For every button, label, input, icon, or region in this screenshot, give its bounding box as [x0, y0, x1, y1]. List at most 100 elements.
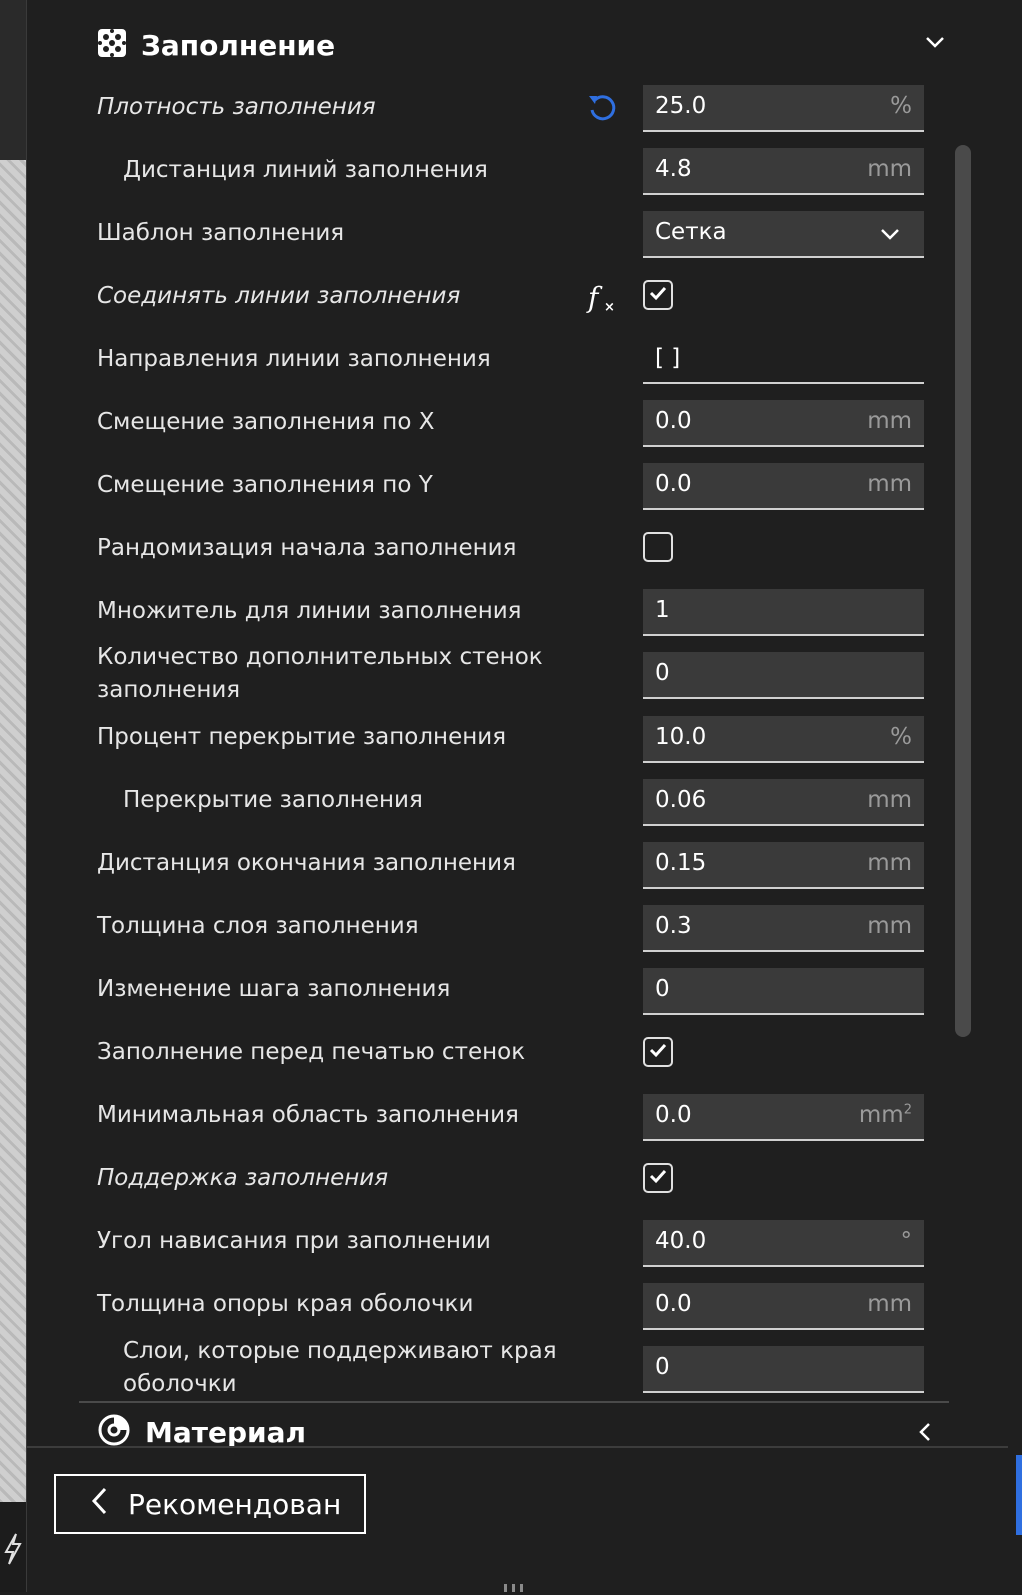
- unit-text: mm: [867, 471, 912, 498]
- setting-row: Слои, которые поддерживают края оболочки…: [97, 1338, 967, 1397]
- setting-label: Плотность заполнения: [97, 93, 376, 120]
- reset-icon[interactable]: [585, 91, 619, 125]
- setting-input[interactable]: 0.15 mm: [643, 841, 924, 889]
- setting-row: Поддержка заполнения: [97, 1153, 967, 1205]
- recommended-label: Рекомендован: [128, 1487, 342, 1521]
- setting-value: 4.8: [655, 156, 692, 183]
- setting-value: 0.15: [655, 849, 707, 876]
- setting-input[interactable]: 1: [643, 589, 924, 637]
- setting-row: Шаблон заполнения Сетка: [97, 207, 967, 259]
- unit-text: mm: [867, 849, 912, 876]
- section-header-infill[interactable]: Заполнение: [97, 24, 957, 66]
- chevron-down-icon[interactable]: [923, 30, 947, 58]
- setting-input[interactable]: 0.06 mm: [643, 778, 924, 826]
- setting-label: Дистанция линий заполнения: [123, 156, 488, 183]
- setting-label: Толщина опоры края оболочки: [97, 1291, 474, 1318]
- setting-input[interactable]: 4.8 mm: [643, 148, 924, 196]
- setting-row: Процент перекрытие заполнения 10.0%: [97, 712, 967, 764]
- setting-unit: mm: [867, 1291, 912, 1317]
- setting-input[interactable]: 0: [643, 1346, 924, 1393]
- setting-row: Множитель для линии заполнения 1: [97, 585, 967, 637]
- setting-label: Изменение шага заполнения: [97, 976, 451, 1003]
- setting-label: Рандомизация начала заполнения: [97, 534, 517, 561]
- setting-row: Смещение заполнения по X 0.0 mm: [97, 396, 967, 448]
- setting-input[interactable]: 0.0 mm: [643, 463, 924, 511]
- setting-row: Плотность заполнения 25.0%: [97, 81, 967, 133]
- setting-label: Толщина слоя заполнения: [97, 913, 419, 940]
- setting-row: Толщина слоя заполнения 0.3 mm: [97, 901, 967, 953]
- setting-input[interactable]: 0.0 mm: [643, 400, 924, 448]
- chevron-left-icon[interactable]: [915, 1420, 935, 1448]
- unit-text: mm: [867, 156, 912, 183]
- setting-label: Поддержка заполнения: [97, 1165, 389, 1192]
- chevron-down-icon: [880, 226, 900, 245]
- setting-label: Дистанция окончания заполнения: [97, 850, 516, 877]
- footer-separator: [27, 1446, 1008, 1448]
- setting-input[interactable]: 0: [643, 967, 924, 1015]
- setting-value: 1: [655, 597, 670, 624]
- setting-label: Минимальная область заполнения: [97, 1102, 519, 1129]
- recommended-button[interactable]: Рекомендован: [54, 1474, 366, 1534]
- setting-unit: mm: [867, 156, 912, 182]
- setting-label: Заполнение перед печатью стенок: [97, 1039, 526, 1066]
- setting-input[interactable]: 0.0 mm2: [643, 1093, 924, 1141]
- material-title: Материал: [145, 1415, 307, 1449]
- chevron-left-icon: [90, 1486, 110, 1523]
- unit-text: mm: [867, 408, 912, 435]
- setting-unit: %: [890, 93, 912, 119]
- checkmark-icon: [649, 1168, 667, 1188]
- setting-row: Заполнение перед печатью стенок: [97, 1027, 967, 1079]
- setting-value: 0.3: [655, 912, 692, 939]
- setting-value: [ ]: [655, 345, 681, 372]
- infill-icon: [97, 28, 127, 62]
- setting-label: Шаблон заполнения: [97, 219, 345, 246]
- setting-row: Дистанция линий заполнения 4.8 mm: [97, 144, 967, 196]
- setting-value: Сетка: [655, 219, 727, 246]
- setting-input[interactable]: 10.0%: [643, 715, 924, 763]
- unit-text: mm: [867, 786, 912, 813]
- setting-row: Рандомизация начала заполнения: [97, 522, 967, 574]
- setting-unit: mm: [867, 408, 912, 434]
- setting-checkbox[interactable]: [643, 1036, 673, 1067]
- setting-checkbox[interactable]: [643, 1162, 673, 1193]
- setting-value: 0.0: [655, 1290, 692, 1317]
- checkmark-icon: [649, 1042, 667, 1062]
- unit-superscript: 2: [903, 1102, 912, 1118]
- setting-value: 0: [655, 1354, 670, 1380]
- setting-value: 0.0: [655, 1101, 692, 1128]
- setting-row: Изменение шага заполнения 0: [97, 964, 967, 1016]
- function-icon[interactable]: f ×: [585, 280, 619, 315]
- section-title: Заполнение: [141, 28, 336, 62]
- setting-label: Перекрытие заполнения: [123, 787, 423, 814]
- setting-label: Угол нависания при заполнении: [97, 1228, 491, 1255]
- setting-row: Перекрытие заполнения 0.06 mm: [97, 775, 967, 827]
- setting-value: 0.0: [655, 408, 692, 435]
- setting-value: 0: [655, 975, 670, 1002]
- unit-text: °: [900, 1227, 913, 1254]
- unit-text: mm: [867, 1290, 912, 1317]
- setting-input[interactable]: 25.0%: [643, 85, 924, 132]
- setting-row: Толщина опоры края оболочки 0.0 mm: [97, 1279, 967, 1331]
- setting-select[interactable]: Сетка: [643, 211, 924, 259]
- setting-unit: mm2: [859, 1102, 912, 1128]
- setting-unit: %: [890, 724, 912, 750]
- accent-edge: [1016, 1455, 1022, 1535]
- setting-checkbox[interactable]: [643, 280, 673, 311]
- setting-input[interactable]: 0: [643, 652, 924, 700]
- setting-unit: °: [901, 1228, 913, 1254]
- unit-text: mm: [858, 1101, 904, 1128]
- setting-input[interactable]: [ ]: [643, 337, 924, 385]
- setting-row: Дистанция окончания заполнения 0.15 mm: [97, 838, 967, 890]
- divider: [79, 1401, 949, 1403]
- setting-value: 0.06: [655, 786, 707, 813]
- setting-input[interactable]: 0.0 mm: [643, 1282, 924, 1330]
- viewport-tool-icon[interactable]: [2, 1530, 24, 1570]
- resize-grip-icon[interactable]: [502, 1582, 526, 1592]
- setting-input[interactable]: 0.3 mm: [643, 904, 924, 952]
- setting-unit: mm: [867, 471, 912, 497]
- setting-checkbox[interactable]: [643, 532, 673, 563]
- setting-label: Множитель для линии заполнения: [97, 597, 522, 624]
- setting-label: Соединять линии заполнения: [97, 282, 461, 309]
- setting-input[interactable]: 40.0 °: [643, 1219, 924, 1267]
- setting-label: Смещение заполнения по Y: [97, 471, 433, 498]
